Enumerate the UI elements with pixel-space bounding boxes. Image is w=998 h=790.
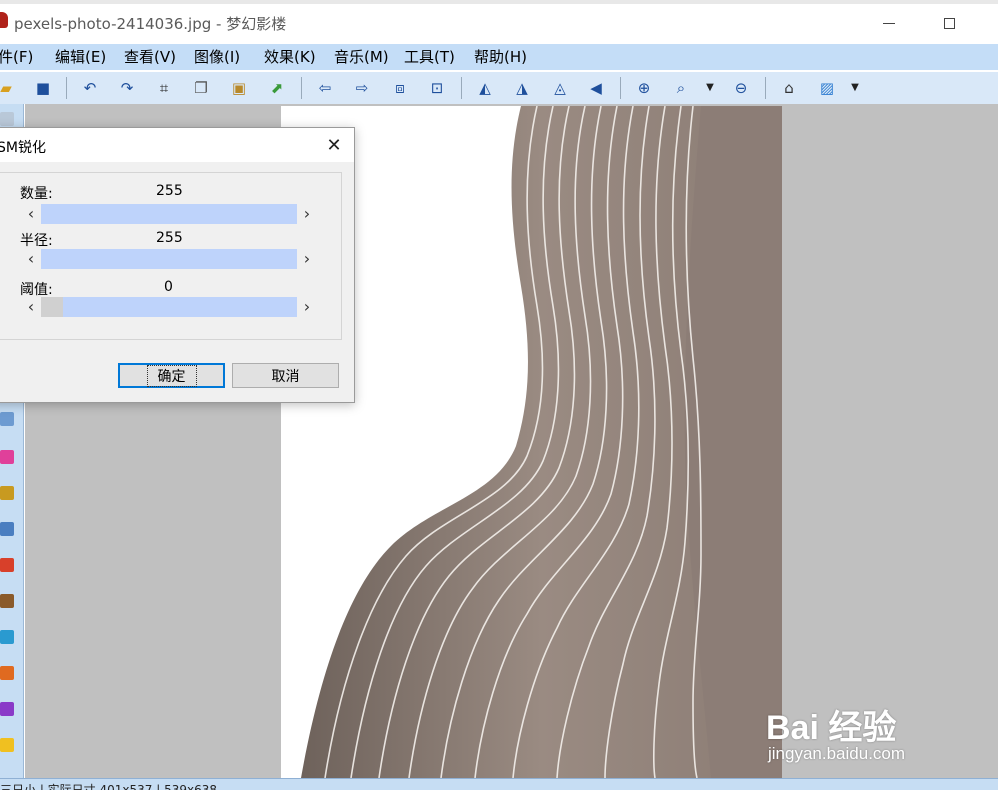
settings-group: 数量: 255 ‹ › 半径: 255 ‹ › 阈值: 0 ‹ › [0, 172, 342, 340]
slider-thumb[interactable] [41, 297, 63, 317]
arrow-left-icon[interactable]: ⇦ [315, 78, 335, 98]
menu-file[interactable]: 件(F) [0, 46, 33, 67]
slider-fill [41, 249, 297, 269]
redo-icon[interactable]: ↷ [117, 78, 137, 98]
menu-image[interactable]: 图像(I) [194, 46, 240, 67]
tool-icon[interactable] [0, 450, 14, 464]
radius-slider[interactable]: ‹ › [21, 247, 321, 269]
status-bar: 三日小 | 实际日寸 401x537 | 539x638 [0, 778, 998, 790]
toolbar-separator [765, 77, 766, 99]
app-icon [0, 12, 8, 28]
threshold-slider[interactable]: ‹ › [21, 295, 321, 317]
copy-icon[interactable]: ❐ [191, 78, 211, 98]
menu-effects[interactable]: 效果(K) [264, 46, 316, 67]
dialog-title-bar[interactable]: SM锐化 ✕ [0, 128, 354, 162]
paste-icon[interactable]: ▣ [229, 78, 249, 98]
tool-icon[interactable] [0, 412, 14, 426]
tool-icon[interactable] [0, 630, 14, 644]
tool-icon[interactable] [0, 594, 14, 608]
ok-button-label: 确定 [146, 364, 197, 387]
amount-slider[interactable]: ‹ › [21, 202, 321, 224]
slider-fill [41, 204, 297, 224]
toolbar-separator [301, 77, 302, 99]
wallpaper-icon[interactable]: ▨ [817, 78, 837, 98]
fit-window-icon[interactable]: ⧈ [390, 78, 410, 98]
slider-track[interactable] [41, 297, 297, 317]
maximize-icon [943, 17, 955, 29]
chevron-right-icon[interactable]: › [297, 202, 317, 224]
close-icon[interactable]: ✕ [317, 132, 351, 158]
tool-icon[interactable] [0, 666, 14, 680]
wallpaper-dropdown-icon[interactable]: ▼ [845, 78, 865, 98]
amount-label: 数量: [20, 186, 53, 202]
menu-tools[interactable]: 工具(T) [404, 46, 455, 67]
home-icon[interactable]: ⌂ [779, 78, 799, 98]
menu-help[interactable]: 帮助(H) [474, 46, 527, 67]
toolbar-separator [461, 77, 462, 99]
dialog-title: SM锐化 [0, 140, 46, 156]
minimize-icon [883, 22, 895, 24]
watermark-logo: Bai 经验 [766, 709, 897, 747]
title-bar: pexels-photo-2414036.jpg - 梦幻影楼 [0, 0, 998, 44]
photo-canvas[interactable] [281, 106, 782, 778]
window-title: pexels-photo-2414036.jpg - 梦幻影楼 [14, 15, 287, 33]
ok-button[interactable]: 确定 [118, 363, 225, 388]
zoom-icon[interactable]: ⌕ [671, 78, 691, 98]
crop-icon[interactable]: ⌗ [154, 78, 174, 98]
toolbar: ▰ ■ ↶ ↷ ⌗ ❐ ▣ ⬈ ⇦ ⇨ ⧈ ⊡ ◭ ◮ ◬ ◀ ⊕ ⌕ ▼ ⊖ … [0, 72, 998, 104]
amount-value: 255 [156, 183, 183, 199]
chevron-left-icon[interactable]: ‹ [21, 247, 41, 269]
chevron-right-icon[interactable]: › [297, 247, 317, 269]
save-icon[interactable]: ■ [33, 78, 53, 98]
flip-icon[interactable]: ◭ [475, 78, 495, 98]
status-text: 三日小 | 实际日寸 401x537 | 539x638 [0, 783, 217, 790]
tool-icon[interactable] [0, 702, 14, 716]
zoom-in-icon[interactable]: ⊕ [634, 78, 654, 98]
menu-bar: 件(F) 编辑(E) 查看(V) 图像(I) 效果(K) 音乐(M) 工具(T)… [0, 44, 998, 70]
toolbar-separator [620, 77, 621, 99]
tool-icon[interactable] [0, 486, 14, 500]
chevron-left-icon[interactable]: ‹ [21, 295, 41, 317]
zoom-out-icon[interactable]: ⊖ [731, 78, 751, 98]
zoom-dropdown-icon[interactable]: ▼ [700, 78, 720, 98]
undo-icon[interactable]: ↶ [80, 78, 100, 98]
slider-track[interactable] [41, 204, 297, 224]
radius-value: 255 [156, 230, 183, 246]
chevron-right-icon[interactable]: › [297, 295, 317, 317]
watermark-url: jingyan.baidu.com [768, 744, 906, 763]
maximize-button[interactable] [926, 8, 972, 38]
export-icon[interactable]: ⬈ [267, 78, 287, 98]
tool-icon[interactable] [0, 738, 14, 752]
photo-image [281, 106, 782, 778]
slider-track[interactable] [41, 249, 297, 269]
threshold-value: 0 [164, 279, 173, 295]
watermark: Bai 经验 jingyan.baidu.com [766, 682, 956, 772]
rotate-icon[interactable]: ◬ [550, 78, 570, 98]
chevron-left-icon[interactable]: ‹ [21, 202, 41, 224]
triangle-icon[interactable]: ◀ [586, 78, 606, 98]
tool-icon[interactable] [0, 112, 14, 126]
tool-icon[interactable] [0, 522, 14, 536]
usm-sharpen-dialog: SM锐化 ✕ 数量: 255 ‹ › 半径: 255 ‹ › 阈值: 0 ‹ ›… [0, 127, 355, 403]
minimize-button[interactable] [866, 8, 912, 38]
menu-music[interactable]: 音乐(M) [334, 46, 389, 67]
menu-view[interactable]: 查看(V) [124, 46, 176, 67]
arrow-right-icon[interactable]: ⇨ [352, 78, 372, 98]
actual-size-icon[interactable]: ⊡ [427, 78, 447, 98]
mirror-icon[interactable]: ◮ [512, 78, 532, 98]
open-folder-icon[interactable]: ▰ [0, 78, 16, 98]
cancel-button[interactable]: 取消 [232, 363, 339, 388]
menu-edit[interactable]: 编辑(E) [55, 46, 106, 67]
title-bar-top-strip [0, 0, 998, 4]
toolbar-separator [66, 77, 67, 99]
tool-icon[interactable] [0, 558, 14, 572]
